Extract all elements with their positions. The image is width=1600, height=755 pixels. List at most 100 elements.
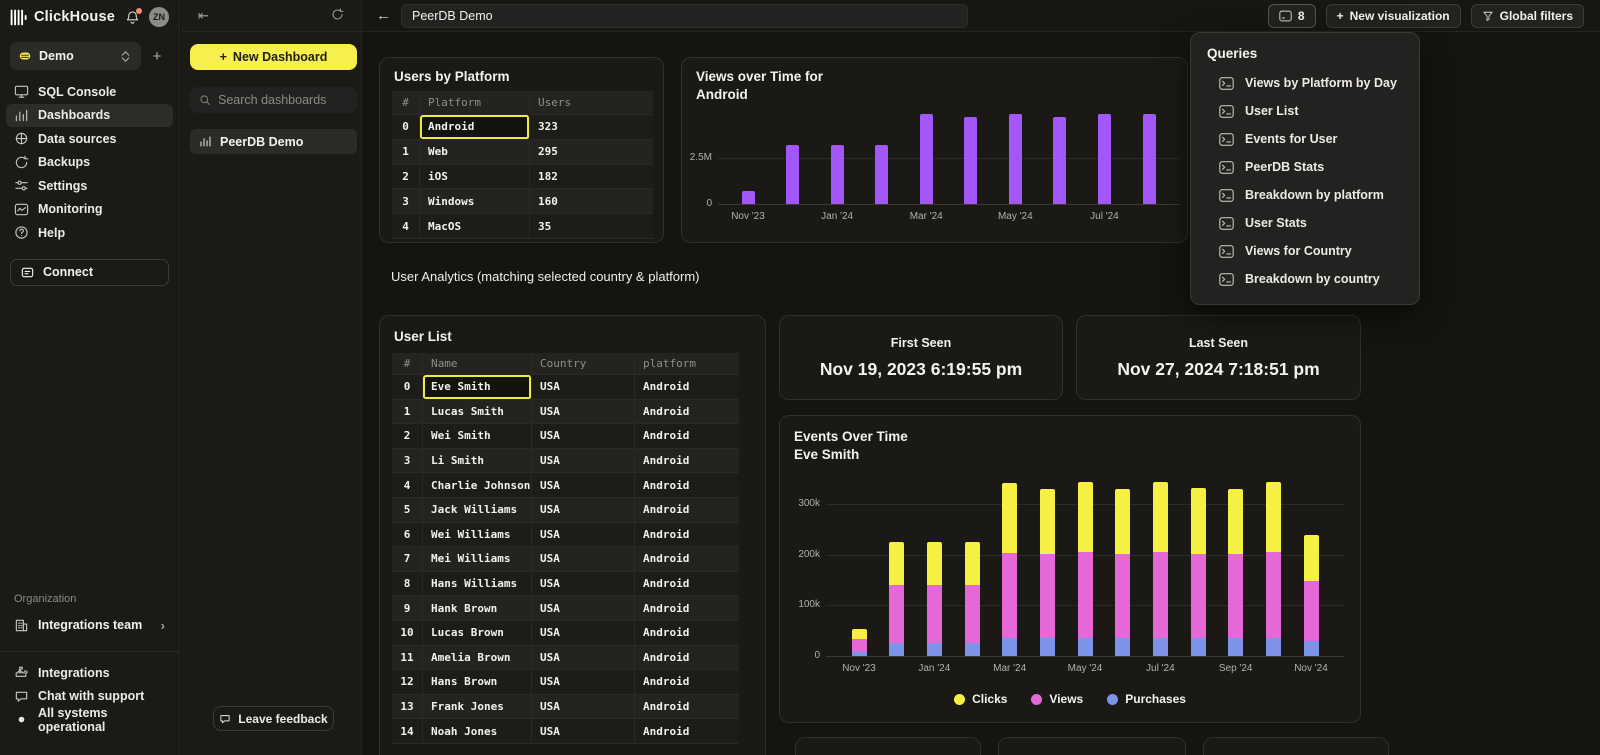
table-cell[interactable]: 6 bbox=[392, 523, 423, 548]
table-cell[interactable]: Android bbox=[635, 449, 739, 474]
queries-count-button[interactable]: 8 bbox=[1268, 4, 1316, 28]
table-cell[interactable]: 0 bbox=[392, 375, 423, 400]
table-cell[interactable]: 10 bbox=[392, 621, 423, 646]
table-cell[interactable]: 1 bbox=[392, 400, 423, 425]
table-cell[interactable]: Android bbox=[635, 424, 739, 449]
table-cell[interactable]: 2 bbox=[392, 165, 420, 190]
table-cell[interactable]: Lucas Brown bbox=[423, 621, 532, 646]
table-cell[interactable]: Mei Williams bbox=[423, 547, 532, 572]
table-cell[interactable]: Android bbox=[635, 719, 739, 744]
table-cell[interactable]: Lucas Smith bbox=[423, 400, 532, 425]
table-cell[interactable]: USA bbox=[532, 646, 635, 671]
query-item-events-for-user[interactable]: Events for User bbox=[1207, 125, 1419, 153]
sidebar-item-backups[interactable]: Backups bbox=[6, 151, 173, 175]
sidebar-item-chat-with-support[interactable]: Chat with support bbox=[6, 685, 173, 709]
sidebar-item-settings[interactable]: Settings bbox=[6, 174, 173, 198]
search-dashboards-input[interactable] bbox=[218, 93, 348, 107]
table-cell[interactable]: USA bbox=[532, 375, 635, 400]
table-cell[interactable]: Android bbox=[635, 547, 739, 572]
table-cell[interactable]: Charlie Johnson bbox=[423, 473, 532, 498]
table-cell[interactable]: Frank Jones bbox=[423, 695, 532, 720]
user-avatar[interactable]: ZN bbox=[149, 7, 169, 27]
table-cell[interactable]: USA bbox=[532, 695, 635, 720]
table-cell[interactable]: USA bbox=[532, 596, 635, 621]
table-cell[interactable]: USA bbox=[532, 473, 635, 498]
table-cell[interactable]: Wei Smith bbox=[423, 424, 532, 449]
table-cell[interactable]: 35 bbox=[530, 214, 653, 239]
table-cell[interactable]: 4 bbox=[392, 214, 420, 239]
table-cell[interactable]: 0 bbox=[392, 115, 420, 140]
table-cell[interactable]: USA bbox=[532, 523, 635, 548]
table-cell[interactable]: Web bbox=[420, 140, 530, 165]
dashboard-title-input[interactable] bbox=[401, 4, 968, 28]
sidebar-item-integrations-team[interactable]: Integrations team › bbox=[6, 613, 173, 637]
notifications-bell-icon[interactable] bbox=[125, 10, 140, 25]
table-cell[interactable]: Android bbox=[635, 621, 739, 646]
table-cell[interactable]: 13 bbox=[392, 695, 423, 720]
table-cell[interactable]: 160 bbox=[530, 189, 653, 214]
table-cell[interactable]: 182 bbox=[530, 165, 653, 190]
table-cell[interactable]: Windows bbox=[420, 189, 530, 214]
table-cell[interactable]: USA bbox=[532, 670, 635, 695]
table-cell[interactable]: Amelia Brown bbox=[423, 646, 532, 671]
table-cell[interactable]: USA bbox=[532, 621, 635, 646]
query-item-views-for-country[interactable]: Views for Country bbox=[1207, 237, 1419, 265]
global-filters-button[interactable]: Global filters bbox=[1471, 4, 1584, 28]
new-dashboard-button[interactable]: + New Dashboard bbox=[190, 44, 357, 70]
query-item-peerdb-stats[interactable]: PeerDB Stats bbox=[1207, 153, 1419, 181]
table-cell[interactable]: Android bbox=[635, 646, 739, 671]
refresh-icon[interactable] bbox=[331, 8, 344, 24]
table-cell[interactable]: 9 bbox=[392, 596, 423, 621]
table-cell[interactable]: 5 bbox=[392, 498, 423, 523]
table-cell[interactable]: USA bbox=[532, 498, 635, 523]
table-cell[interactable]: Android bbox=[635, 498, 739, 523]
table-cell[interactable]: Android bbox=[635, 695, 739, 720]
table-cell[interactable]: Jack Williams bbox=[423, 498, 532, 523]
query-item-user-stats[interactable]: User Stats bbox=[1207, 209, 1419, 237]
table-cell[interactable]: Hans Williams bbox=[423, 572, 532, 597]
table-cell[interactable]: 3 bbox=[392, 189, 420, 214]
table-cell[interactable]: Android bbox=[635, 375, 739, 400]
new-visualization-button[interactable]: + New visualization bbox=[1326, 4, 1461, 28]
table-cell[interactable]: Eve Smith bbox=[423, 375, 532, 400]
table-cell[interactable]: Wei Williams bbox=[423, 523, 532, 548]
workspace-selector[interactable]: Demo bbox=[10, 42, 141, 70]
leave-feedback-button[interactable]: Leave feedback bbox=[213, 706, 334, 731]
dashboard-list-item[interactable]: PeerDB Demo bbox=[190, 129, 357, 154]
table-cell[interactable]: USA bbox=[532, 400, 635, 425]
table-cell[interactable]: 295 bbox=[530, 140, 653, 165]
table-cell[interactable]: 1 bbox=[392, 140, 420, 165]
table-cell[interactable]: 12 bbox=[392, 670, 423, 695]
table-cell[interactable]: USA bbox=[532, 449, 635, 474]
table-cell[interactable]: USA bbox=[532, 719, 635, 744]
query-item-breakdown-by-country[interactable]: Breakdown by country bbox=[1207, 265, 1419, 293]
sidebar-item-integrations[interactable]: Integrations bbox=[6, 661, 173, 685]
table-cell[interactable]: USA bbox=[532, 424, 635, 449]
connect-button[interactable]: Connect bbox=[10, 259, 169, 286]
sidebar-item-sql-console[interactable]: SQL Console bbox=[6, 80, 173, 104]
sidebar-item-all-systems-operational[interactable]: All systems operational bbox=[6, 708, 173, 732]
table-cell[interactable]: 11 bbox=[392, 646, 423, 671]
table-cell[interactable]: 8 bbox=[392, 572, 423, 597]
sidebar-item-dashboards[interactable]: Dashboards bbox=[6, 104, 173, 128]
sidebar-item-help[interactable]: Help bbox=[6, 221, 173, 245]
table-cell[interactable]: 7 bbox=[392, 547, 423, 572]
table-cell[interactable]: Android bbox=[635, 400, 739, 425]
add-workspace-button[interactable]: + bbox=[145, 48, 169, 65]
table-cell[interactable]: iOS bbox=[420, 165, 530, 190]
table-cell[interactable]: Android bbox=[635, 572, 739, 597]
table-cell[interactable]: Android bbox=[635, 670, 739, 695]
table-cell[interactable]: 323 bbox=[530, 115, 653, 140]
table-cell[interactable]: USA bbox=[532, 547, 635, 572]
table-cell[interactable]: Noah Jones bbox=[423, 719, 532, 744]
table-cell[interactable]: 2 bbox=[392, 424, 423, 449]
query-item-user-list[interactable]: User List bbox=[1207, 97, 1419, 125]
query-item-breakdown-by-platform[interactable]: Breakdown by platform bbox=[1207, 181, 1419, 209]
table-cell[interactable]: Li Smith bbox=[423, 449, 532, 474]
table-cell[interactable]: 3 bbox=[392, 449, 423, 474]
sidebar-item-data-sources[interactable]: Data sources bbox=[6, 127, 173, 151]
table-cell[interactable]: Android bbox=[635, 523, 739, 548]
table-cell[interactable]: USA bbox=[532, 572, 635, 597]
query-item-views-by-platform-by-day[interactable]: Views by Platform by Day bbox=[1207, 69, 1419, 97]
table-cell[interactable]: Android bbox=[635, 596, 739, 621]
